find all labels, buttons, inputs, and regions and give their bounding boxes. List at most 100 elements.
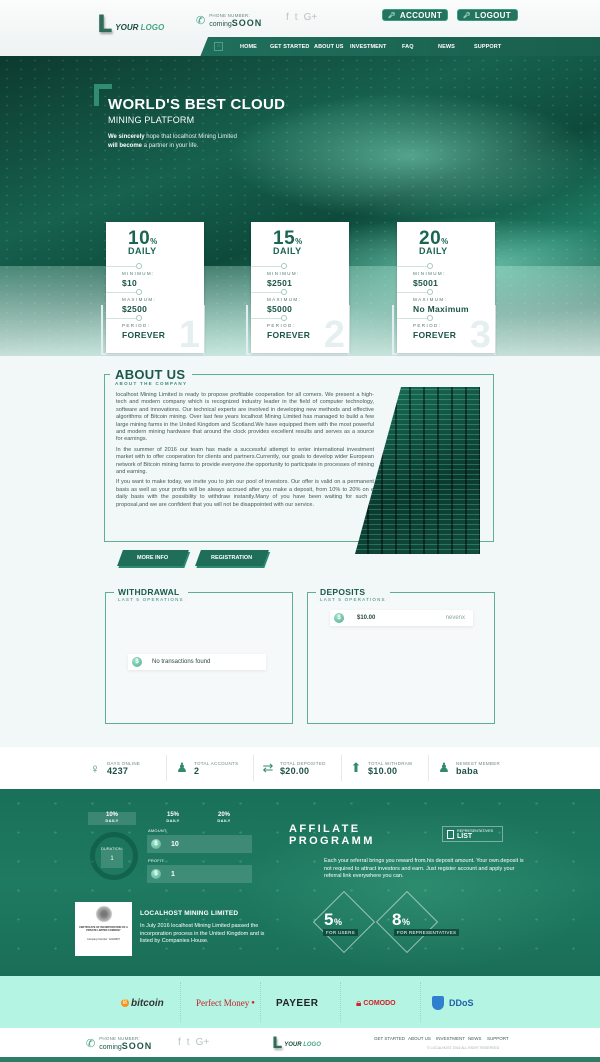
representatives-list-button[interactable]: REPRESENTATIVES LIST	[442, 826, 503, 842]
plan-maximum: $5000	[267, 304, 293, 314]
account-button[interactable]: 🔑︎ ACCOUNT	[382, 9, 448, 21]
globe-icon: ♀	[90, 760, 100, 776]
plan-number: 1	[178, 314, 200, 356]
footer-link-news[interactable]: NEWS	[468, 1036, 482, 1041]
more-info-button[interactable]: MORE INFO	[117, 550, 189, 566]
plan-maximum: No Maximum	[413, 304, 469, 314]
plan-period: DAILY	[273, 246, 302, 256]
company-description: In July 2016 localhost Mining Limited pa…	[140, 923, 265, 944]
phone-icon: ✆	[196, 15, 206, 27]
logout-button[interactable]: 🔑︎ LOGOUT	[457, 9, 518, 21]
plan-period: DAILY	[128, 246, 157, 256]
facebook-icon[interactable]: f	[178, 1037, 181, 1048]
footer-link-support[interactable]: SUPPORT	[487, 1036, 509, 1041]
social-links: f t G+	[286, 12, 317, 23]
plan-minimum: $5001	[413, 278, 439, 288]
stats-bar: ♀ DAYS ONLINE 4237 ♟ TOTAL ACCOUNTS 2 ⇄ TO…	[0, 747, 600, 789]
payment-methods: Ƀbitcoin Perfect Money ● PAYEER 🔒︎ COMODO …	[0, 976, 600, 1028]
logo[interactable]: L YOUR LOGO	[97, 12, 164, 36]
deposit-user: nevenx	[445, 615, 465, 621]
dollar-coin-icon: $	[132, 657, 142, 667]
phone-icon: ✆	[86, 1038, 96, 1050]
calc-tab-10[interactable]: 10% DAILY	[88, 812, 136, 825]
hero-title: WORLD'S BEST CLOUD	[108, 96, 286, 113]
copyright: © LOCALHOST 2016 ALL RIGHT RESERVED	[427, 1046, 500, 1050]
crest-icon	[94, 906, 113, 922]
users-icon: ♟	[176, 760, 188, 775]
calc-tab-20[interactable]: 20% DAILY	[200, 812, 248, 825]
company-title: LOCALHOST MINING LIMITED	[140, 910, 239, 917]
users-percent: 5%	[324, 910, 343, 929]
withdraw-icon: ⬆	[350, 760, 362, 775]
deposit-amount: $10.00	[357, 615, 376, 621]
about-text: localhost Mining Limited is ready to pro…	[116, 392, 374, 508]
home-icon[interactable]: ⌂	[214, 42, 223, 51]
key-icon: 🔑︎	[388, 12, 396, 19]
nav-home[interactable]: HOME	[240, 37, 257, 57]
bitcoin-logo: Ƀbitcoin	[121, 997, 164, 1009]
duration-field[interactable]: 1	[101, 850, 123, 868]
plan-card-2[interactable]: 15% DAILY MINIMUM: $2501 MAXIMUM: $5000 …	[251, 222, 349, 356]
footer-phone: ✆ PHONE NUMBER: comingSOON	[86, 1036, 153, 1051]
plan-number: 2	[323, 314, 345, 356]
dollar-coin-icon: $	[334, 613, 344, 623]
footer-link-get-started[interactable]: GET STARTED	[374, 1036, 405, 1041]
stat-days-online: ♀ DAYS ONLINE 4237	[88, 747, 140, 789]
stat-total-withdraw: ⬆ TOTAL WITHDRAW $10.00	[350, 760, 413, 776]
about-heading: ABOUT US ABOUT THE COMPANY	[110, 367, 193, 386]
dollar-coin-icon: $	[151, 839, 161, 849]
logo-mark: L	[97, 10, 113, 38]
dollar-coin-icon: $	[151, 869, 161, 879]
google-plus-icon[interactable]: G+	[196, 1037, 210, 1048]
nav-about-us[interactable]: ABOUT US	[314, 37, 344, 57]
stat-newest-member: ♟ NEWEST MEMBER baba	[438, 760, 501, 776]
plan-card-3[interactable]: 20% DAILY MINIMUM: $5001 MAXIMUM: No Max…	[397, 222, 495, 356]
affiliate-description: Each your referral brings you reward fro…	[324, 858, 524, 880]
ddos-logo: DDoS	[432, 994, 474, 1012]
plan-minimum: $10	[122, 278, 138, 288]
withdrawal-title: WITHDRAWAL	[118, 587, 180, 597]
nav-get-started[interactable]: GET STARTED	[270, 37, 310, 57]
plan-duration: FOREVER	[122, 330, 166, 340]
plan-card-1[interactable]: 10% DAILY MINIMUM: $10 MAXIMUM: $2500 PE…	[106, 222, 204, 356]
nav-investment[interactable]: INVESTMENT	[350, 37, 386, 57]
deposit-row: $ $10.00 nevenx	[330, 610, 473, 626]
footer-link-about-us[interactable]: ABOUT US	[408, 1036, 431, 1041]
about-title: ABOUT US	[115, 367, 186, 382]
registration-button[interactable]: REGISTRATION	[195, 550, 269, 566]
header-phone: ✆ PHONE NUMBER: comingSOON	[196, 13, 263, 28]
comodo-logo: 🔒︎ COMODO	[356, 997, 396, 1009]
nav-support[interactable]: SUPPORT	[474, 37, 501, 57]
logo-text: YOUR LOGO	[115, 22, 165, 32]
plan-number: 3	[469, 314, 491, 356]
deposit-icon: ⇄	[262, 760, 274, 775]
plan-maximum: $2500	[122, 304, 148, 314]
member-icon: ♟	[438, 760, 450, 775]
document-icon	[447, 829, 454, 839]
representatives-label: FOR REPRESENTATIVES	[394, 929, 460, 936]
nav-faq[interactable]: FAQ	[402, 37, 414, 57]
plan-period: DAILY	[419, 246, 448, 256]
nav-news[interactable]: NEWS	[438, 37, 455, 57]
hero-description: We sincerely hope that localhost Mining …	[108, 134, 237, 149]
users-label: FOR USERS	[323, 929, 358, 936]
calc-tab-15[interactable]: 15% DAILY	[149, 812, 197, 825]
google-plus-icon[interactable]: G+	[304, 12, 318, 23]
profit-output: $1	[147, 865, 252, 883]
footer-logo[interactable]: L YOUR LOGO	[272, 1035, 321, 1051]
deposits-title: DEPOSITS	[320, 587, 366, 597]
affiliate-title: AFFILATE PROGRAMM	[289, 823, 375, 847]
plan-duration: FOREVER	[267, 330, 311, 340]
incorporation-certificate[interactable]: CERTIFICATE OF INCORPORATION OF A PRIVAT…	[75, 902, 132, 956]
stat-total-accounts: ♟ TOTAL ACCOUNTS 2	[176, 760, 239, 776]
amount-input[interactable]: $10	[147, 835, 252, 853]
twitter-icon[interactable]: t	[295, 12, 298, 23]
payeer-logo: PAYEER	[276, 997, 319, 1009]
facebook-icon[interactable]: f	[286, 12, 289, 23]
twitter-icon[interactable]: t	[187, 1037, 190, 1048]
footer-link-investment[interactable]: INVESTMENT	[436, 1036, 465, 1041]
key-icon: 🔑︎	[463, 12, 471, 19]
plan-duration: FOREVER	[413, 330, 457, 340]
footer-social-links: f t G+	[178, 1037, 209, 1048]
representatives-percent: 8%	[392, 910, 411, 929]
